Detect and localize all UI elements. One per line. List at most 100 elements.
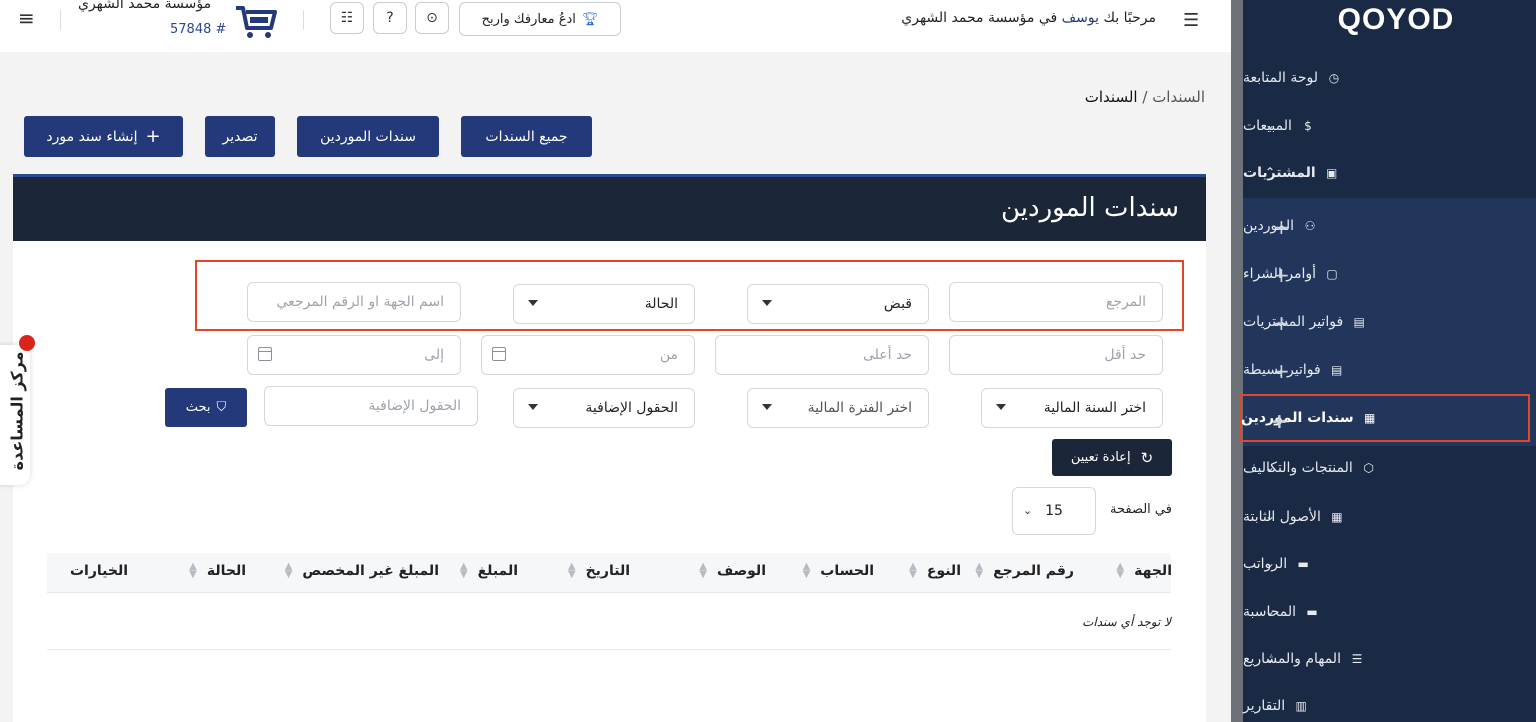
extra-fields-select[interactable]: الحقول الإضافية bbox=[513, 388, 695, 428]
fiscal-year-value: اختر السنة المالية bbox=[1043, 400, 1146, 416]
column-header-label: الوصف bbox=[716, 563, 766, 579]
sidebar-item-label: لوحة المتابعة bbox=[1243, 70, 1319, 86]
column-header-party[interactable]: الجهة ▲ ▼ bbox=[1116, 562, 1172, 580]
date-from-placeholder: من bbox=[659, 347, 678, 363]
qoyod-logo[interactable]: QOYOD bbox=[1331, 0, 1461, 40]
sidebar-item-reports[interactable]: ▥ التقارير bbox=[1243, 684, 1536, 722]
per-page-select[interactable]: 15 ⌄ bbox=[1012, 487, 1096, 535]
column-header-reference[interactable]: رقم المرجع ▲ ▼ bbox=[975, 562, 1074, 580]
column-header-status[interactable]: الحالة ▲ ▼ bbox=[189, 562, 246, 580]
grid-icon: ▦ bbox=[1331, 510, 1343, 524]
fiscal-year-select[interactable]: اختر السنة المالية bbox=[981, 388, 1163, 428]
caret-down-icon bbox=[996, 404, 1006, 410]
checklist-button[interactable]: ☷ bbox=[330, 2, 364, 34]
help-button[interactable]: ? bbox=[373, 2, 407, 34]
refresh-icon: ↻ bbox=[1140, 448, 1154, 467]
plus-icon[interactable]: + bbox=[1273, 215, 1290, 239]
column-header-label: النوع bbox=[926, 563, 961, 579]
sort-icon: ▲ ▼ bbox=[567, 561, 576, 580]
max-amount-placeholder: حد أعلى bbox=[863, 347, 912, 363]
folder-icon: ▬ bbox=[1297, 557, 1309, 571]
chevron-down-icon: ⌄ bbox=[1265, 604, 1276, 618]
sidebar-subitem-supplier-vouchers[interactable]: ▦ سندات الموردين + bbox=[1239, 394, 1530, 442]
folder-icon: ▬ bbox=[1306, 605, 1318, 619]
sidebar-item-dashboard[interactable]: ◷ لوحة المتابعة bbox=[1243, 56, 1536, 100]
search-button[interactable]: ⛉ بحث bbox=[165, 388, 247, 427]
sidebar-item-tasks[interactable]: ☰ المهام والمشاريع ⌄ bbox=[1243, 637, 1536, 681]
column-header-account[interactable]: الحساب ▲ ▼ bbox=[803, 562, 874, 580]
date-to-input[interactable]: إلى bbox=[247, 335, 461, 375]
sidebar-item-products[interactable]: ⬡ المنتجات والتكاليف ⌄ bbox=[1243, 446, 1536, 490]
chat-button[interactable]: ⊙ bbox=[415, 2, 449, 34]
per-page-value: 15 bbox=[1045, 503, 1063, 519]
reset-button[interactable]: ↻ إعادة تعيين bbox=[1052, 439, 1172, 476]
sidebar-item-payroll[interactable]: ▬ الرواتب ⌄ bbox=[1243, 542, 1536, 586]
extra-fields-input[interactable]: الحقول الإضافية bbox=[264, 386, 478, 426]
plus-icon: + bbox=[145, 126, 161, 147]
invite-earn-button[interactable]: 🏆︎ ادعُ معارفك واربح bbox=[459, 2, 621, 36]
chevron-up-icon: ⌃ bbox=[1265, 165, 1276, 179]
plus-icon[interactable]: + bbox=[1273, 359, 1290, 383]
extra-fields-placeholder: الحقول الإضافية bbox=[368, 398, 461, 414]
voucher-icon: ▦ bbox=[1363, 411, 1376, 425]
breadcrumb-parent[interactable]: السندات bbox=[1152, 88, 1205, 106]
chevron-down-icon: ⌄ bbox=[1265, 556, 1276, 570]
plus-icon[interactable]: + bbox=[1273, 311, 1290, 335]
chevron-down-icon: ⌄ bbox=[1265, 651, 1276, 665]
sidebar-subitem-purchase-orders[interactable]: ▢ أوامر الشراء + bbox=[1243, 250, 1536, 298]
column-header-description[interactable]: الوصف ▲ ▼ bbox=[699, 562, 766, 580]
calendar-icon bbox=[257, 347, 272, 361]
page-title: سندات الموردين bbox=[1000, 193, 1179, 223]
column-header-label: المبلغ bbox=[477, 563, 518, 579]
invoice-icon: ▤ bbox=[1331, 363, 1343, 377]
plus-icon[interactable]: + bbox=[1271, 409, 1288, 433]
hamburger-icon[interactable]: ≡ bbox=[18, 6, 35, 30]
sidebar-item-fixed-assets[interactable]: ▦ الأصول الثابتة ⌄ bbox=[1243, 495, 1536, 539]
welcome-user-name[interactable]: يوسف bbox=[1062, 10, 1099, 26]
sidebar-subitem-simple-invoices[interactable]: ▤ فواتير بسيطة + bbox=[1243, 346, 1536, 394]
chevron-down-icon: ⌄ bbox=[1265, 509, 1276, 523]
breadcrumb: السندات / السندات bbox=[1085, 88, 1205, 106]
column-header-date[interactable]: التاريخ ▲ ▼ bbox=[567, 561, 630, 580]
fiscal-period-select[interactable]: اختر الفترة المالية bbox=[747, 388, 929, 428]
report-icon: ▥ bbox=[1295, 699, 1307, 713]
plus-icon[interactable]: + bbox=[1273, 263, 1290, 287]
filter-highlight-box bbox=[195, 260, 1184, 331]
column-header-label: المبلغ غير المخصص bbox=[302, 563, 439, 579]
min-amount-input[interactable]: حد أقل bbox=[949, 335, 1163, 375]
supplier-vouchers-button[interactable]: سندات الموردين bbox=[297, 116, 439, 157]
min-amount-placeholder: حد أقل bbox=[1104, 347, 1146, 363]
sidebar-subitem-purchase-invoices[interactable]: ▤ فواتير المشتريات + bbox=[1243, 298, 1536, 346]
all-vouchers-button[interactable]: جميع السندات bbox=[461, 116, 592, 157]
suppliers-icon: ⚇ bbox=[1304, 219, 1316, 233]
column-header-label: الخيارات bbox=[69, 563, 128, 579]
help-center-label[interactable]: مركز المساعدة bbox=[8, 352, 27, 471]
company-id: 57848 # bbox=[170, 22, 227, 37]
sort-icon: ▲ ▼ bbox=[284, 561, 293, 580]
trophy-icon: 🏆︎ bbox=[581, 11, 599, 27]
sort-icon: ▲ ▼ bbox=[459, 561, 468, 580]
search-button-label: بحث bbox=[185, 400, 211, 415]
sidebar-item-purchases[interactable]: ▣ المشتريات ⌃ bbox=[1243, 151, 1536, 195]
tasks-icon: ☰ bbox=[1351, 652, 1363, 666]
chevron-down-icon: ⌄ bbox=[1265, 460, 1276, 474]
sidebar-item-sales[interactable]: $ المبيعات ⌄ bbox=[1243, 104, 1536, 148]
sidebar-subitem-label: فواتير المشتريات bbox=[1243, 314, 1344, 330]
sidebar-subitem-label: سندات الموردين bbox=[1241, 410, 1354, 426]
column-header-type[interactable]: النوع ▲ ▼ bbox=[909, 561, 961, 580]
fiscal-period-value: اختر الفترة المالية bbox=[807, 400, 912, 416]
sidebar-item-accounting[interactable]: ▬ المحاسبة ⌄ bbox=[1243, 590, 1536, 634]
sort-icon: ▲ ▼ bbox=[909, 561, 917, 580]
menu-toggle-icon[interactable]: ☰ bbox=[1183, 10, 1199, 31]
company-name: مؤسسة محمد الشهري bbox=[78, 0, 212, 12]
max-amount-input[interactable]: حد أعلى bbox=[715, 335, 929, 375]
column-header-unallocated[interactable]: المبلغ غير المخصص ▲ ▼ bbox=[284, 561, 439, 580]
sidebar-subitem-suppliers[interactable]: ⚇ الموردين + bbox=[1243, 202, 1536, 250]
column-header-label: الحساب bbox=[820, 563, 874, 579]
per-page-label: في الصفحة bbox=[1110, 502, 1172, 517]
export-button[interactable]: تصدير bbox=[205, 116, 275, 157]
create-supplier-voucher-button[interactable]: + إنشاء سند مورد bbox=[24, 116, 183, 157]
date-from-input[interactable]: من bbox=[481, 335, 695, 375]
breadcrumb-current: السندات bbox=[1084, 88, 1138, 106]
column-header-amount[interactable]: المبلغ ▲ ▼ bbox=[459, 561, 518, 580]
